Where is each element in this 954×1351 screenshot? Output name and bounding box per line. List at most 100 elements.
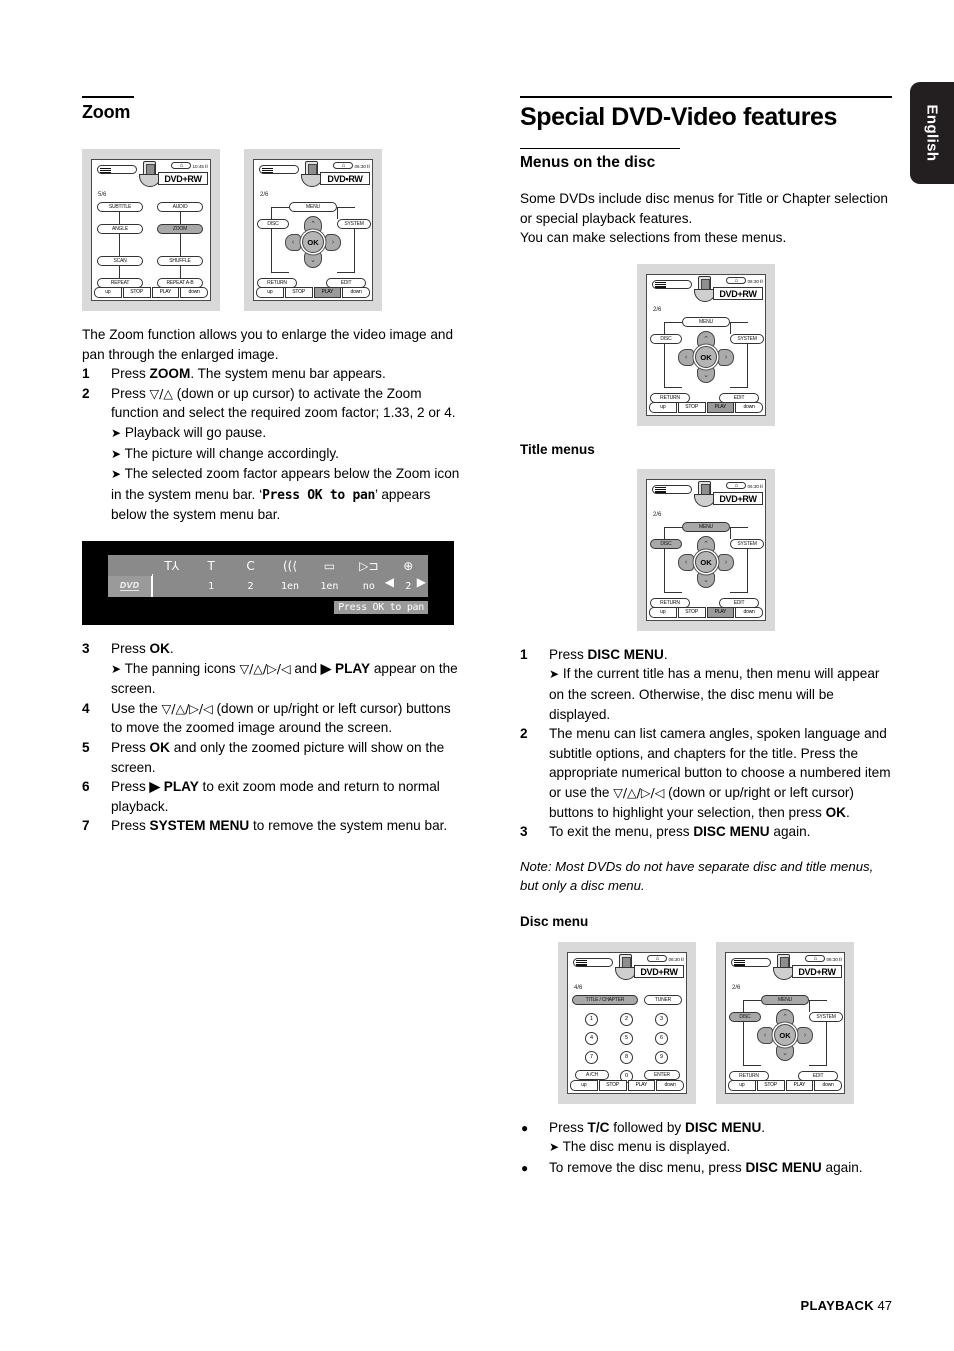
dpad-down-icon[interactable]: ⌄ <box>776 1045 794 1062</box>
remote-button-ok[interactable]: OK <box>695 346 717 369</box>
step-number: 5 <box>82 739 90 755</box>
dpad-down-icon[interactable]: ⌄ <box>304 252 322 269</box>
remote-bottom-down[interactable]: down <box>342 287 370 298</box>
remote-button-scan[interactable]: SCAN <box>97 256 143 266</box>
dpad-left-icon[interactable]: ‹ <box>678 554 694 572</box>
remote-button-audio[interactable]: AUDIO <box>157 202 203 212</box>
numkey-4[interactable]: 4 <box>585 1031 598 1045</box>
step-text: Press T/C followed by DISC MENU. <box>549 1119 766 1135</box>
remote-bottom-stop[interactable]: STOP <box>122 287 151 298</box>
title-menus-figure: 06:30 ⌷ DVD+RW 2/6 MENU <box>520 468 892 631</box>
dpad-down-icon[interactable]: ⌄ <box>697 572 715 589</box>
remote-bottom-down[interactable]: down <box>656 1079 684 1091</box>
remote-page-indicator: 4/6 <box>574 984 583 991</box>
remote-button-zoom[interactable]: ZOOM <box>157 224 203 234</box>
remote-button-ok[interactable]: OK <box>774 1024 796 1047</box>
dpad-left-icon[interactable]: ‹ <box>757 1027 773 1045</box>
numkey-1[interactable]: 1 <box>585 1012 598 1026</box>
remote-statusbar: 06:30 ⌷ DVD•RW <box>254 160 372 190</box>
remote-page-indicator: 2/6 <box>653 511 662 518</box>
numkey-6[interactable]: 6 <box>655 1031 668 1045</box>
remote-button-menu[interactable]: MENU <box>682 521 730 532</box>
dpad-down-icon[interactable]: ⌄ <box>697 367 715 384</box>
remote-button-menu[interactable]: MENU <box>682 316 730 327</box>
remote-bottom-up[interactable]: up <box>649 606 677 618</box>
disc-bullet-item: ● To remove the disc menu, press DISC MEN… <box>520 1158 892 1178</box>
remote-button-a-ch[interactable]: A /CH <box>575 1069 609 1080</box>
remote-bottom-play[interactable]: PLAY <box>151 287 180 298</box>
remote-button-system[interactable]: SYSTEM <box>809 1011 843 1022</box>
osd-icon-row: T⅄ T C ((⟨ ▭ ▷⊐ ⊕ <box>152 556 428 576</box>
numkey-7[interactable]: 7 <box>585 1050 598 1064</box>
dpad-up-icon[interactable]: ⌃ <box>776 1009 794 1026</box>
dpad-up-icon[interactable]: ⌃ <box>304 216 322 233</box>
arrow-marker: ➤ <box>549 1140 560 1155</box>
step-number: 2 <box>82 385 90 401</box>
remote-bottom-down[interactable]: down <box>814 1079 842 1091</box>
numkey-2[interactable]: 2 <box>620 1012 633 1026</box>
bullet-marker: ● <box>521 1120 529 1135</box>
right-column: Special DVD-Video features Menus on the … <box>520 96 892 1178</box>
dpad-right-icon[interactable]: › <box>718 349 734 367</box>
step-text: To exit the menu, press DISC MENU again. <box>549 824 811 840</box>
remote-bottom-down[interactable]: down <box>180 287 208 298</box>
remote-button-subtitle[interactable]: SUBTITLE <box>97 202 143 212</box>
step-text: Press OK and only the zoomed picture wil… <box>111 739 445 775</box>
dpad-left-icon[interactable]: ‹ <box>678 349 694 367</box>
remote-bottom-up[interactable]: up <box>649 401 677 413</box>
remote-bottom-stop[interactable]: STOP <box>677 401 706 413</box>
zoom-figure-group: 10:45 ⌷ DVD+RW 5/6 SUBTITLE AUDIO <box>82 149 462 311</box>
remote-page-indicator: 2/6 <box>653 306 662 313</box>
remote-button-ok[interactable]: OK <box>695 551 717 574</box>
remote-button-menu[interactable]: MENU <box>289 202 337 212</box>
remote-bottom-play[interactable]: PLAY <box>313 287 342 298</box>
remote-statusbar: 10:45 ⌷ DVD+RW <box>92 160 210 190</box>
numkey-5[interactable]: 5 <box>620 1031 633 1045</box>
remote-button-system[interactable]: SYSTEM <box>730 333 764 344</box>
remote-button-shuffle[interactable]: SHUFFLE <box>157 256 203 266</box>
remote-bottom-stop[interactable]: STOP <box>284 287 313 298</box>
remote-button-menu[interactable]: MENU <box>761 994 809 1005</box>
remote-bottom-play[interactable]: PLAY <box>706 401 735 413</box>
arrow-marker: ➤ <box>111 425 122 440</box>
remote-bottom-up[interactable]: up <box>94 287 122 298</box>
remote-bottom-stop[interactable]: STOP <box>598 1079 627 1091</box>
remote-bottom-up[interactable]: up <box>728 1079 756 1091</box>
remote-bottom-up[interactable]: up <box>570 1079 598 1091</box>
dpad-right-icon[interactable]: › <box>718 554 734 572</box>
remote-bottom-play[interactable]: PLAY <box>706 606 735 618</box>
dpad-up-icon[interactable]: ⌃ <box>697 536 715 553</box>
dpad-right-icon[interactable]: › <box>325 234 341 252</box>
title-menus-steps: 1 Press DISC MENU. ➤ If the current title … <box>520 645 892 842</box>
remote-bottom-stop[interactable]: STOP <box>756 1079 785 1091</box>
remote-statusbar: 06:30 ⌷ DVD+RW <box>726 953 844 983</box>
osd-press-ok-tooltip: Press OK to pan <box>334 600 428 614</box>
numkey-8[interactable]: 8 <box>620 1050 633 1064</box>
step-text: ➤ The disc menu is displayed. <box>549 1139 731 1155</box>
dpad-right-icon[interactable]: › <box>797 1027 813 1045</box>
remote-button-angle[interactable]: ANGLE <box>97 224 143 234</box>
arrow-marker: ➤ <box>111 446 122 461</box>
step-text: Press OK. <box>111 640 174 656</box>
remote-figure-title: 06:30 ⌷ DVD+RW 2/6 MENU <box>637 468 775 631</box>
remote-button-system[interactable]: SYSTEM <box>730 538 764 549</box>
dpad-left-icon[interactable]: ‹ <box>285 234 301 252</box>
remote-bottom-down[interactable]: down <box>735 401 763 413</box>
remote-bottom-down[interactable]: down <box>735 606 763 618</box>
numkey-9[interactable]: 9 <box>655 1050 668 1064</box>
remote-bottom-up[interactable]: up <box>256 287 284 298</box>
dpad-up-icon[interactable]: ⌃ <box>697 331 715 348</box>
remote-page-indicator: 2/6 <box>260 192 269 198</box>
disc-label: DVD•RW <box>320 172 370 185</box>
zoom-step-item: ➤ The selected zoom factor appears below… <box>82 464 462 525</box>
numkey-3[interactable]: 3 <box>655 1012 668 1026</box>
remote-button-system[interactable]: SYSTEM <box>337 219 371 229</box>
remote-numpad: 1 2 3 4 5 6 7 8 9 0 A /CH ENTER <box>568 995 686 1083</box>
remote-bottom-play[interactable]: PLAY <box>785 1079 814 1091</box>
remote-bottom-stop[interactable]: STOP <box>677 606 706 618</box>
remote-bottom-play[interactable]: PLAY <box>627 1079 656 1091</box>
remote-button-ok[interactable]: OK <box>302 231 324 254</box>
disc-label: DVD+RW <box>158 172 208 185</box>
home-icon <box>171 162 192 169</box>
remote-button-enter[interactable]: ENTER <box>644 1069 680 1080</box>
